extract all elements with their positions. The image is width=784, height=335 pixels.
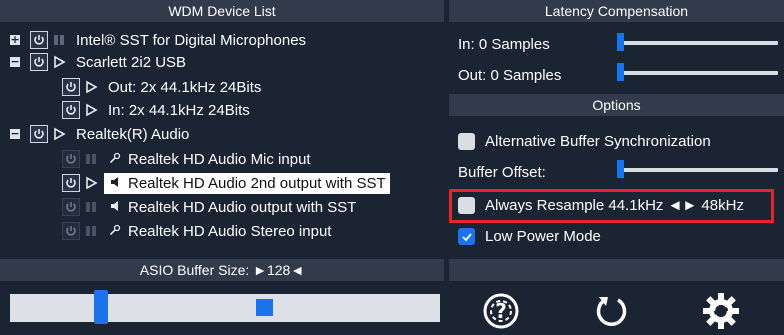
channel-row-output-sst[interactable]: Realtek HD Audio output with SST <box>62 196 356 218</box>
alt-buffer-sync-option[interactable]: Alternative Buffer Synchronization <box>458 133 711 150</box>
low-power-option[interactable]: Low Power Mode <box>458 228 601 245</box>
alt-buffer-sync-checkbox[interactable] <box>458 133 475 150</box>
play-icon[interactable] <box>82 174 100 192</box>
device-label: Intel® SST for Digital Microphones <box>76 31 307 49</box>
channel-label: Realtek HD Audio output with SST <box>128 198 357 216</box>
power-icon[interactable] <box>62 198 80 216</box>
power-icon[interactable] <box>62 222 80 240</box>
latency-in-label: In: 0 Samples <box>458 36 550 53</box>
channel-label: Realtek HD Audio 2nd output with SST <box>128 174 386 192</box>
channel-label: Realtek HD Audio Stereo input <box>128 222 332 240</box>
wdm-device-list-header: WDM Device List <box>0 0 444 22</box>
speaker-icon <box>108 176 122 191</box>
play-icon[interactable] <box>50 125 68 143</box>
pause-icon[interactable] <box>82 198 100 216</box>
device-row-intel-sst[interactable]: + Intel® SST for Digital Microphones <box>10 29 306 51</box>
mic-icon <box>108 224 122 239</box>
device-label: Scarlett 2i2 USB <box>76 53 187 71</box>
selected-channel[interactable]: Realtek HD Audio 2nd output with SST <box>104 172 390 194</box>
slider-marker <box>256 299 273 316</box>
device-label: Realtek(R) Audio <box>76 125 190 143</box>
buffer-offset-label: Buffer Offset: <box>458 164 546 181</box>
latency-compensation-header: Latency Compensation <box>449 0 784 22</box>
wdm-device-list-title: WDM Device List <box>168 3 276 19</box>
pause-icon[interactable] <box>50 31 68 49</box>
buffer-offset-thumb[interactable] <box>617 160 624 178</box>
slider-handle[interactable] <box>94 290 108 324</box>
reset-icon[interactable] <box>592 291 632 331</box>
expand-icon[interactable]: + <box>10 34 20 45</box>
power-icon[interactable] <box>62 150 80 168</box>
options-title: Options <box>592 97 641 113</box>
power-icon[interactable] <box>30 125 48 143</box>
channel-label: In: 2x 44.1kHz 24Bits <box>108 101 250 119</box>
channel-label: Out: 2x 44.1kHz 24Bits <box>108 78 262 96</box>
latency-in-thumb[interactable] <box>617 33 624 51</box>
pause-icon[interactable] <box>82 150 100 168</box>
channel-label: Realtek HD Audio Mic input <box>128 150 311 168</box>
power-icon[interactable] <box>62 174 80 192</box>
asio-buffer-size-label: ASIO Buffer Size: ►128◄ <box>139 262 305 278</box>
help-icon[interactable]: ? <box>481 291 521 331</box>
asio-buffer-header: ASIO Buffer Size: ►128◄ <box>0 259 444 281</box>
always-resample-option[interactable]: Always Resample 44.1kHz ◄► 48kHz <box>458 197 744 214</box>
channel-row-2nd-output[interactable]: Realtek HD Audio 2nd output with SST <box>62 172 390 194</box>
low-power-checkbox[interactable] <box>458 228 475 245</box>
buffer-offset-slider[interactable] <box>618 168 778 172</box>
channel-row-out[interactable]: Out: 2x 44.1kHz 24Bits <box>62 76 261 98</box>
checkmark-icon <box>461 232 472 241</box>
asio-buffer-slider[interactable] <box>10 290 440 324</box>
power-icon[interactable] <box>30 31 48 49</box>
latency-in-slider[interactable] <box>618 41 778 45</box>
alt-buffer-sync-label: Alternative Buffer Synchronization <box>485 133 711 150</box>
power-icon[interactable] <box>62 78 80 96</box>
latency-out-thumb[interactable] <box>617 63 624 81</box>
mic-icon <box>108 152 122 167</box>
channel-row-stereo-input[interactable]: Realtek HD Audio Stereo input <box>62 220 331 242</box>
play-icon[interactable] <box>82 101 100 119</box>
device-row-scarlett[interactable]: − Scarlett 2i2 USB <box>10 51 186 73</box>
pause-icon[interactable] <box>82 222 100 240</box>
play-icon[interactable] <box>82 78 100 96</box>
always-resample-label: Always Resample 44.1kHz ◄► 48kHz <box>485 197 744 214</box>
settings-icon[interactable] <box>701 291 741 331</box>
channel-row-mic-input[interactable]: Realtek HD Audio Mic input <box>62 148 311 170</box>
play-icon[interactable] <box>50 53 68 71</box>
latency-out-slider[interactable] <box>618 71 778 75</box>
low-power-label: Low Power Mode <box>485 228 601 245</box>
channel-row-in[interactable]: In: 2x 44.1kHz 24Bits <box>62 99 250 121</box>
power-icon[interactable] <box>62 101 80 119</box>
device-row-realtek[interactable]: − Realtek(R) Audio <box>10 123 189 145</box>
collapse-icon[interactable]: − <box>10 128 20 139</box>
latency-out-label: Out: 0 Samples <box>458 67 562 84</box>
collapse-icon[interactable]: − <box>10 56 20 67</box>
power-icon[interactable] <box>30 53 48 71</box>
svg-text:?: ? <box>495 299 507 323</box>
speaker-icon <box>108 200 122 215</box>
always-resample-checkbox[interactable] <box>458 197 475 214</box>
latency-compensation-title: Latency Compensation <box>544 3 689 19</box>
actions-header <box>449 259 784 281</box>
options-header: Options <box>449 94 784 116</box>
